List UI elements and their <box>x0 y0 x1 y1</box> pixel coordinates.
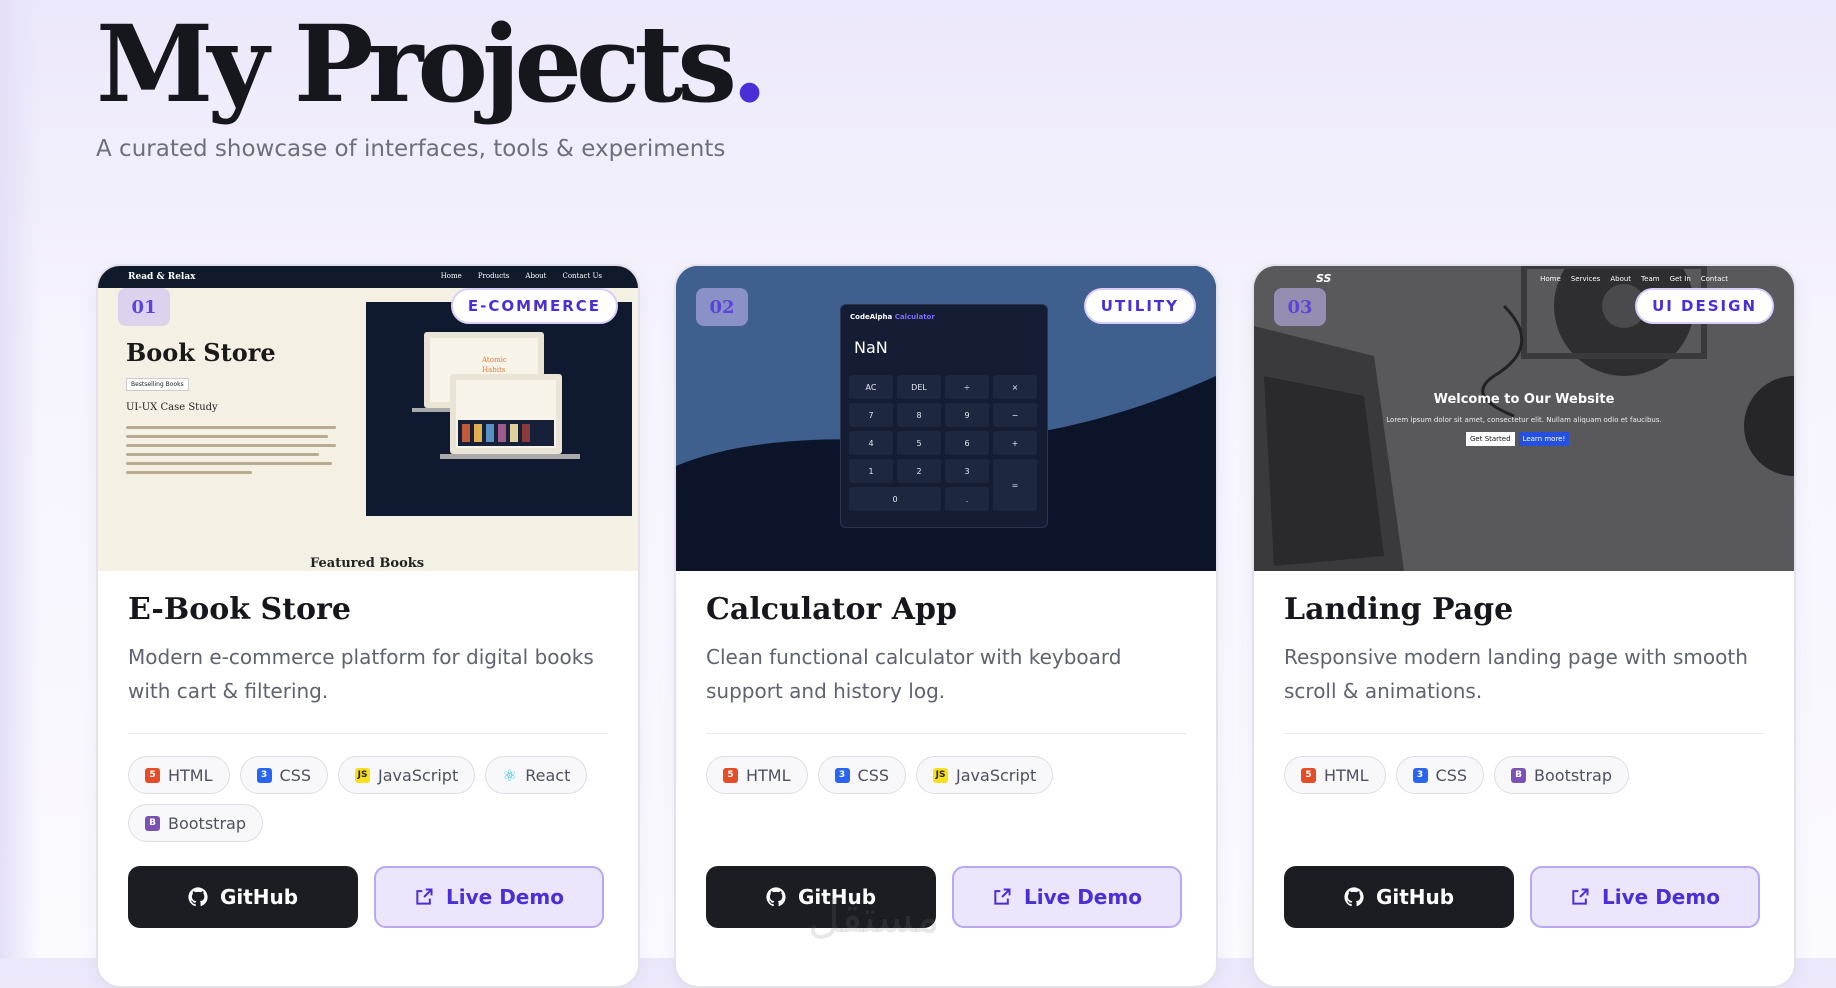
preview-device-mockup: Atomic Habits <box>366 302 632 516</box>
preview-navbar: SS Home Services About Team Get In Contact <box>1316 272 1728 285</box>
external-link-icon <box>994 888 1011 905</box>
react-icon: ⚛ <box>502 765 517 785</box>
html5-icon: 5 <box>723 767 738 783</box>
tech-tags: 5 HTML 3 CSS JS JavaScript <box>706 756 1196 794</box>
page-edge-glow <box>0 0 40 958</box>
tech-tags: 5 HTML 3 CSS JS JavaScript ⚛ React B Bootstra… <box>128 756 618 842</box>
divider <box>706 733 1186 734</box>
preview-text-lines <box>126 420 336 480</box>
title-accent-dot: . <box>731 1 768 126</box>
preview-pill: Bestselling Books <box>126 378 189 391</box>
css3-icon: 3 <box>256 767 272 783</box>
preview-nav-link: Home <box>440 272 462 280</box>
preview-calculator: CodeAlpha Calculator NaN AC DEL ÷ × 7 8 … <box>840 304 1048 528</box>
tech-tag-javascript: JS JavaScript <box>916 756 1054 794</box>
preview-heading: Book Store <box>126 338 276 367</box>
github-icon <box>1344 887 1364 907</box>
preview-buttons: Get Started Learn more! <box>1466 432 1570 446</box>
tech-tag-css: 3 CSS <box>239 756 329 794</box>
live-demo-button[interactable]: Live Demo <box>374 866 604 928</box>
tech-tag-css: 3 CSS <box>817 756 907 794</box>
watermark: مستقل <box>808 892 940 943</box>
bootstrap-icon: B <box>1511 767 1527 783</box>
project-description: Clean functional calculator with keyboar… <box>706 645 1122 703</box>
tech-tag-html: 5 HTML <box>706 756 808 794</box>
tech-tags: 5 HTML 3 CSS B Bootstrap <box>1284 756 1774 794</box>
project-description: Responsive modern landing page with smoo… <box>1284 645 1748 703</box>
bootstrap-icon: B <box>145 815 160 831</box>
css3-icon: 3 <box>1412 767 1428 783</box>
category-badge: E-COMMERCE <box>450 288 618 324</box>
preview-featured-title: Featured Books <box>310 556 425 571</box>
category-badge: UI DESIGN <box>1635 288 1774 324</box>
preview-subheading: UI-UX Case Study <box>126 402 218 413</box>
tech-tag-html: 5 HTML <box>1284 756 1386 794</box>
category-badge: UTILITY <box>1083 288 1196 324</box>
project-description: Modern e-commerce platform for digital b… <box>128 645 594 703</box>
svg-text:Atomic: Atomic <box>481 356 507 364</box>
preview-nav-link: Contact Us <box>562 272 602 280</box>
preview-brand: Read & Relax <box>128 272 196 282</box>
project-card-calculator-app: CodeAlpha Calculator NaN AC DEL ÷ × 7 8 … <box>674 264 1218 988</box>
preview-nav-link: About <box>525 272 547 280</box>
github-button[interactable]: GitHub <box>128 866 358 928</box>
html5-icon: 5 <box>145 767 160 783</box>
project-number-badge: 02 <box>696 288 748 326</box>
tech-tag-bootstrap: B Bootstrap <box>128 804 263 842</box>
project-title: E-Book Store <box>128 592 351 627</box>
tech-tag-react: ⚛ React <box>485 756 588 794</box>
preview-logo: SS <box>1316 272 1332 285</box>
project-title: Landing Page <box>1284 592 1514 627</box>
javascript-icon: JS <box>933 767 949 783</box>
css3-icon: 3 <box>834 767 850 783</box>
preview-calc-keys: AC DEL ÷ × 7 8 9 − 4 5 6 + 1 2 3 = 0 . <box>849 375 1041 511</box>
project-card-ebook-store: Read & Relax Home Products About Contact… <box>96 264 640 988</box>
github-icon <box>766 887 786 907</box>
external-link-icon <box>1572 888 1589 905</box>
divider <box>1284 733 1764 734</box>
preview-heading: Welcome to Our Website <box>1433 392 1615 407</box>
tech-tag-bootstrap: B Bootstrap <box>1494 756 1629 794</box>
html5-icon: 5 <box>1301 767 1316 783</box>
tech-tag-javascript: JS JavaScript <box>338 756 476 794</box>
divider <box>128 733 608 734</box>
project-number-badge: 03 <box>1274 288 1326 326</box>
github-button[interactable]: GitHub <box>1284 866 1514 928</box>
javascript-icon: JS <box>355 767 371 783</box>
project-title: Calculator App <box>706 592 957 627</box>
external-link-icon <box>416 888 433 905</box>
preview-navbar: Read & Relax Home Products About Contact… <box>98 266 638 288</box>
svg-text:Habits: Habits <box>482 366 506 374</box>
preview-text: Lorem ipsum dolor sit amet, consectetur … <box>1386 416 1662 424</box>
page-title: My Projects. <box>96 1 768 126</box>
live-demo-button[interactable]: Live Demo <box>1530 866 1760 928</box>
preview-calc-display: NaN <box>854 338 888 357</box>
page-subtitle: A curated showcase of interfaces, tools … <box>96 136 726 162</box>
project-card-landing-page: SS Home Services About Team Get In Contact … <box>1252 264 1796 988</box>
tech-tag-html: 5 HTML <box>128 756 230 794</box>
live-demo-button[interactable]: Live Demo <box>952 866 1182 928</box>
tech-tag-css: 3 CSS <box>1395 756 1485 794</box>
preview-calc-title: CodeAlpha Calculator <box>850 313 935 321</box>
project-number-badge: 01 <box>118 288 170 326</box>
github-icon <box>188 887 208 907</box>
preview-nav-link: Products <box>477 272 510 280</box>
